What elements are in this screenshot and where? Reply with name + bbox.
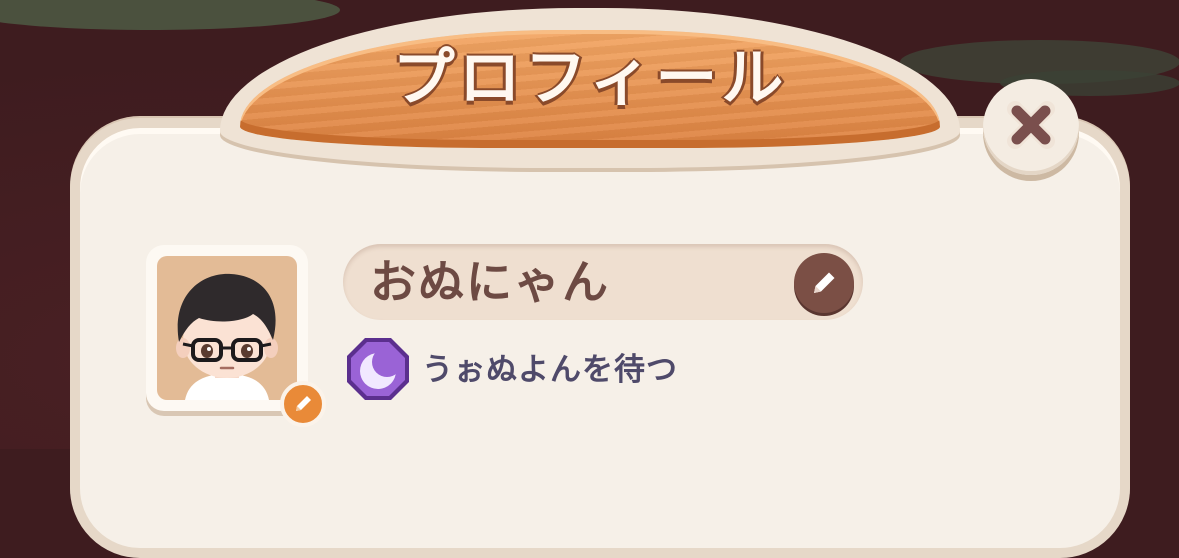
pencil-icon bbox=[296, 396, 311, 411]
pencil-icon bbox=[814, 272, 835, 293]
close-icon bbox=[1007, 101, 1055, 149]
moon-icon bbox=[347, 338, 409, 400]
avatar-frame[interactable] bbox=[146, 245, 308, 411]
status-message: うぉぬよんを待つ bbox=[422, 352, 678, 388]
avatar-edit-button[interactable] bbox=[280, 381, 326, 427]
page-title: プロフィール bbox=[392, 41, 788, 114]
close-button[interactable] bbox=[983, 79, 1079, 175]
player-name: おぬにゃん bbox=[370, 255, 610, 309]
avatar-portrait bbox=[176, 273, 278, 400]
edit-name-button[interactable] bbox=[794, 253, 854, 313]
avatar bbox=[157, 256, 297, 400]
